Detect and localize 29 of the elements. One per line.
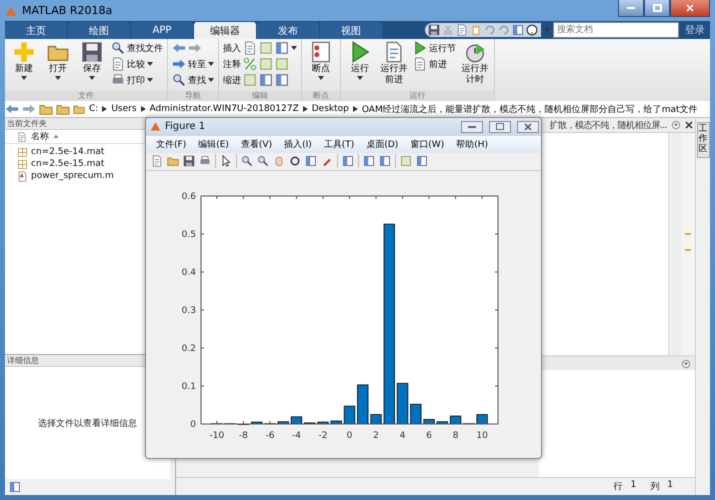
tick-label: 0	[190, 420, 196, 430]
group-label: 文件	[5, 91, 167, 101]
status-label: 列	[650, 480, 660, 493]
tick-label: 0.3	[182, 306, 196, 316]
tick-label: 0.1	[182, 382, 196, 392]
tick-label: -4	[292, 431, 301, 442]
tick-label: 0.5	[182, 230, 196, 240]
status-label: 行	[614, 481, 623, 493]
tick-label: -6	[265, 431, 274, 442]
details-message: 选择文件以查看详细信息	[38, 418, 137, 430]
tick-label: 0.6	[182, 192, 196, 202]
tick-label: 0	[346, 431, 352, 442]
tick-label: 10	[476, 431, 488, 442]
tick-label: -8	[238, 431, 248, 442]
tick-label: -2	[318, 431, 328, 442]
status-value: 1	[630, 480, 636, 492]
status-value: 1	[667, 480, 673, 492]
tick-label: 2	[373, 431, 379, 442]
tick-label: 0.4	[182, 268, 196, 278]
tick-label: 4	[400, 431, 406, 442]
group-label: 编辑	[219, 91, 301, 101]
window-title: MATLAB R2018a	[22, 4, 114, 17]
tick-label: 8	[452, 431, 458, 442]
group-label: 导航	[168, 91, 218, 101]
group-label: 运行	[341, 91, 494, 101]
tick-label: 6	[426, 431, 432, 442]
tick-label: 0.2	[182, 344, 196, 354]
group-label: 断点	[302, 91, 340, 101]
tick-label: -10	[210, 431, 224, 442]
